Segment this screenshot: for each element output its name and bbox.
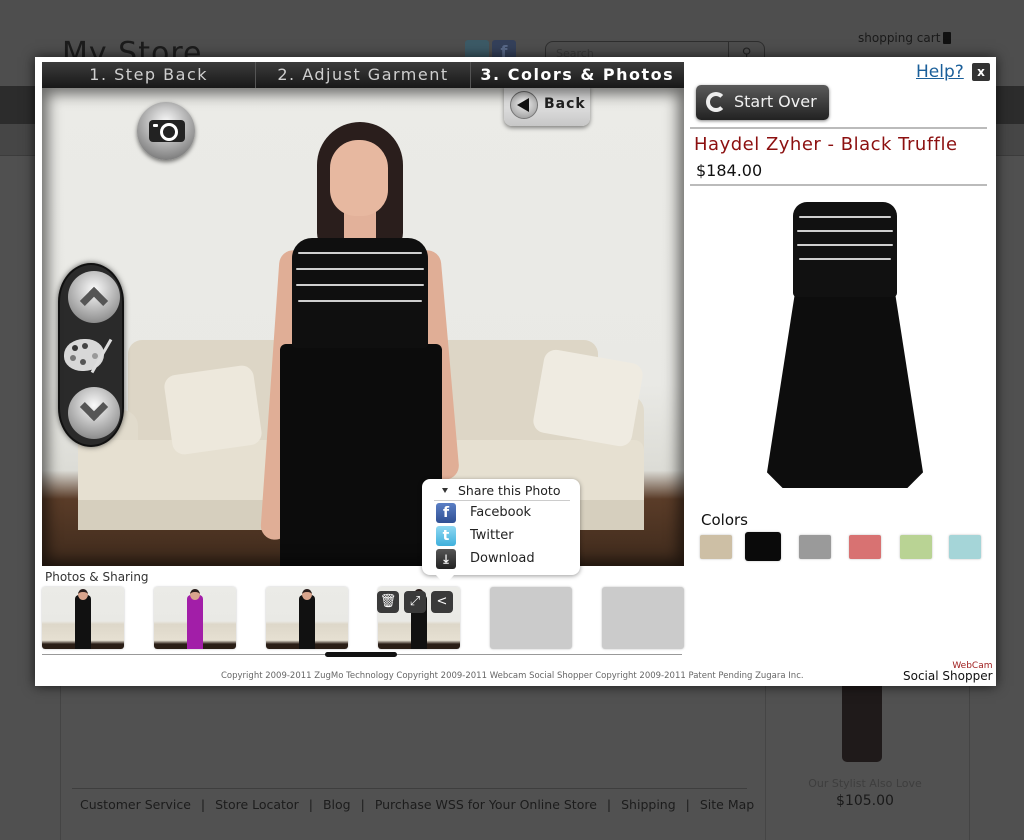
thumbnail-tools: 🗑 ⤢ < (377, 591, 453, 613)
step-tabs: 1. Step Back 2. Adjust Garment 3. Colors… (42, 62, 684, 88)
chevron-down-icon (79, 392, 109, 422)
webcam-stage: Back (42, 88, 684, 566)
close-button[interactable]: x (972, 63, 990, 81)
back-arrow-icon (510, 91, 538, 119)
color-swatch-aqua[interactable] (949, 535, 981, 559)
photo-thumbnail[interactable] (266, 587, 348, 649)
brand-bottom: Social Shopper (903, 669, 993, 683)
thumbnail-dress (75, 595, 91, 649)
download-photo-button[interactable]: ⤓ Download (436, 549, 576, 569)
product-image (765, 202, 925, 492)
chevron-up-icon (79, 286, 109, 316)
thumbnail-dress (187, 595, 203, 649)
footer-links: Customer Service | Store Locator | Blog | Purc… (80, 797, 754, 812)
product-price: $184.00 (696, 161, 763, 180)
virtual-fitting-modal: 1. Step Back 2. Adjust Garment 3. Colors… (35, 57, 996, 686)
footer-divider (72, 788, 747, 789)
back-label: Back (544, 96, 586, 112)
footer-link-site-map[interactable]: Site Map (700, 797, 754, 812)
share-twitter-label: Twitter (470, 528, 514, 543)
empty-photo-slot (490, 587, 572, 649)
colors-label: Colors (701, 511, 748, 529)
share-twitter-button[interactable]: t Twitter (436, 526, 576, 546)
copyright-text: Copyright 2009-2011 ZugMo Technology Cop… (221, 671, 804, 681)
tab-step-back[interactable]: 1. Step Back (42, 62, 257, 88)
color-swatch-coral[interactable] (849, 535, 881, 559)
shopping-cart-link[interactable]: shopping cart (858, 31, 952, 45)
delete-icon[interactable]: 🗑 (377, 591, 399, 613)
camera-icon (149, 120, 185, 142)
share-popup-title: Share this Photo (458, 483, 561, 498)
divider (690, 184, 987, 186)
webcam-social-shopper-logo: WebCam Social Shopper (903, 661, 993, 683)
footer-separator: | (200, 797, 206, 812)
caret-down-icon (442, 488, 448, 493)
footer-link-blog[interactable]: Blog (323, 797, 351, 812)
stylist-product-image[interactable] (842, 686, 882, 762)
refresh-icon (706, 92, 726, 112)
download-icon: ⤓ (436, 549, 456, 569)
twitter-icon: t (436, 526, 456, 546)
footer-separator: | (685, 797, 690, 812)
previous-color-button[interactable] (68, 271, 120, 323)
photo-thumbnail[interactable] (154, 587, 236, 649)
download-label: Download (470, 551, 535, 566)
share-photo-popup: Share this Photo f Facebook t Twitter ⤓ … (422, 479, 580, 585)
expand-icon[interactable]: ⤢ (404, 591, 426, 613)
help-link[interactable]: Help? (916, 62, 964, 82)
color-swatch-gray[interactable] (799, 535, 831, 559)
product-name: Haydel Zyher - Black Truffle (694, 134, 958, 155)
thumbnail-dress (299, 595, 315, 649)
start-over-label: Start Over (734, 92, 817, 111)
palette-icon (64, 339, 104, 371)
take-photo-button[interactable] (137, 102, 195, 160)
share-popup-header[interactable]: Share this Photo (434, 483, 570, 501)
footer-link-purchase-wss[interactable]: Purchase WSS for Your Online Store (375, 797, 597, 812)
color-swatch-beige[interactable] (700, 535, 732, 559)
stylist-price: $105.00 (836, 793, 894, 809)
footer-separator: | (308, 797, 313, 812)
tab-adjust-garment[interactable]: 2. Adjust Garment (256, 62, 471, 88)
footer-link-customer-service[interactable]: Customer Service (80, 797, 191, 812)
shopping-cart-label: shopping cart (858, 31, 941, 45)
footer-link-shipping[interactable]: Shipping (621, 797, 676, 812)
divider (690, 127, 987, 129)
color-switcher-control (58, 263, 124, 447)
facebook-icon: f (436, 503, 456, 523)
share-facebook-label: Facebook (470, 505, 532, 520)
tab-colors-photos[interactable]: 3. Colors & Photos (471, 62, 684, 88)
photos-sharing-label: Photos & Sharing (45, 570, 149, 584)
shopping-bag-icon (943, 32, 952, 44)
color-swatch-green[interactable] (900, 535, 932, 559)
stylist-label: Our Stylist Also Love (808, 777, 922, 790)
share-icon[interactable]: < (431, 591, 453, 613)
footer-link-store-locator[interactable]: Store Locator (215, 797, 299, 812)
photo-thumbnail[interactable] (42, 587, 124, 649)
start-over-button[interactable]: Start Over (696, 85, 829, 120)
color-swatch-black[interactable] (745, 532, 781, 561)
share-facebook-button[interactable]: f Facebook (436, 503, 576, 523)
thumbnail-scrollbar[interactable] (325, 652, 397, 657)
next-color-button[interactable] (68, 387, 120, 439)
back-button[interactable]: Back (504, 88, 590, 126)
footer-separator: | (606, 797, 612, 812)
empty-photo-slot (602, 587, 684, 649)
footer-separator: | (360, 797, 365, 812)
